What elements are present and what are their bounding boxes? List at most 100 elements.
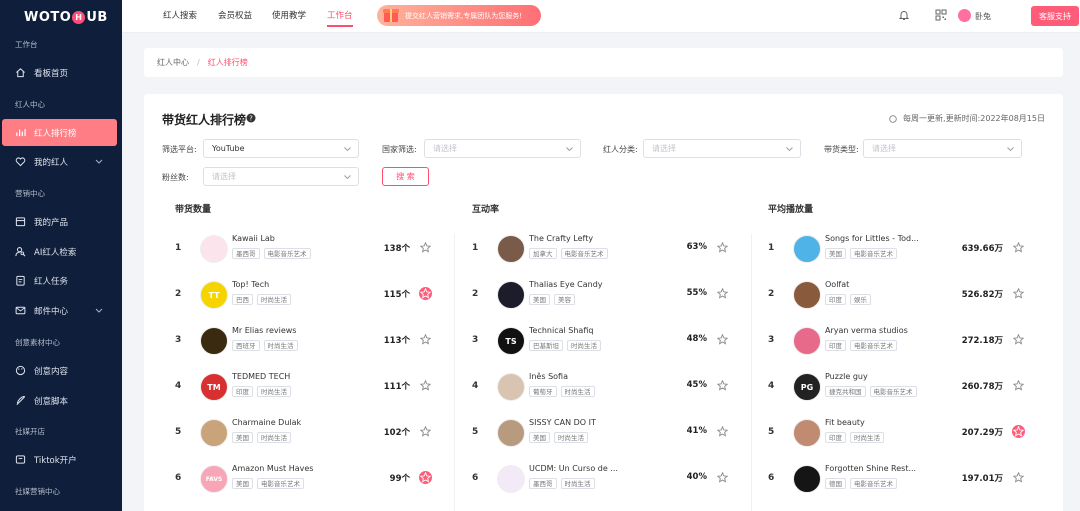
influencer-avatar[interactable] — [200, 235, 228, 263]
ranking-row[interactable]: 3 Mr Elias reviews 西班牙 时尚生活 113个 — [175, 326, 445, 356]
ranking-row[interactable]: 2 Oolfat 印度 娱乐 526.82万 — [768, 280, 1038, 310]
influencer-name[interactable]: Aryan verma studios — [825, 326, 945, 335]
influencer-avatar[interactable]: TM — [200, 373, 228, 401]
fans-select[interactable]: 请选择 — [203, 167, 359, 186]
username[interactable]: 卧兔 — [975, 0, 991, 33]
ranking-row[interactable]: 6 Forgotten Shine Rest... 德国 电影音乐艺术 197.01万 — [768, 464, 1038, 494]
ranking-row[interactable]: 6 FAVS Amazon Must Haves 美国 电影音乐艺术 99个 — [175, 464, 445, 494]
favorite-star-icon[interactable] — [1012, 241, 1025, 254]
favorite-star-icon[interactable] — [1012, 333, 1025, 346]
ranking-row[interactable]: 4 Inês Sofia 葡萄牙 时尚生活 45% — [472, 372, 742, 402]
influencer-avatar[interactable]: FAVS — [200, 465, 228, 493]
sidebar-item-creative-content[interactable]: 创意内容 — [2, 357, 117, 384]
ranking-row[interactable]: 5 SISSY CAN DO IT 美国 时尚生活 41% — [472, 418, 742, 448]
tab-tutorial[interactable]: 使用教学 — [272, 0, 306, 33]
favorite-star-icon[interactable] — [716, 287, 729, 300]
influencer-avatar[interactable]: TT — [200, 281, 228, 309]
influencer-avatar[interactable] — [497, 419, 525, 447]
ranking-row[interactable]: 1 Kawaii Lab 墨西哥 电影音乐艺术 138个 — [175, 234, 445, 264]
influencer-name[interactable]: Songs for Littles - Tod... — [825, 234, 945, 243]
ranking-row[interactable]: 4 TM TEDMED TECH 印度 时尚生活 111个 — [175, 372, 445, 402]
ranking-row[interactable]: 5 Fit beauty 印度 时尚生活 207.29万 — [768, 418, 1038, 448]
breadcrumb-root[interactable]: 红人中心 — [157, 57, 189, 68]
influencer-name[interactable]: Fit beauty — [825, 418, 945, 427]
tab-influencer-search[interactable]: 红人搜索 — [163, 0, 197, 33]
sidebar-item-influencer-tasks[interactable]: 红人任务 — [2, 267, 117, 294]
favorite-star-icon[interactable] — [716, 425, 729, 438]
influencer-name[interactable]: UCDM: Un Curso de ... — [529, 464, 649, 473]
influencer-name[interactable]: Amazon Must Haves — [232, 464, 352, 473]
tab-membership[interactable]: 会员权益 — [218, 0, 252, 33]
influencer-avatar[interactable] — [793, 419, 821, 447]
influencer-avatar[interactable] — [497, 235, 525, 263]
influencer-name[interactable]: Technical Shafiq — [529, 326, 649, 335]
sidebar-item-influencer-ranking[interactable]: 红人排行榜 — [2, 119, 117, 146]
sidebar-item-mail-center[interactable]: 邮件中心 — [2, 297, 117, 324]
sidebar-item-dashboard[interactable]: 看板首页 — [2, 59, 117, 86]
promo-banner[interactable]: 提交红人营销需求,专属团队为您服务! — [377, 5, 541, 26]
favorite-star-icon[interactable] — [1012, 379, 1025, 392]
sidebar-item-ai-search[interactable]: AI红人检索 — [2, 238, 117, 265]
help-icon[interactable]: ? — [246, 113, 256, 123]
influencer-name[interactable]: Mr Elias reviews — [232, 326, 352, 335]
influencer-avatar[interactable]: TS — [497, 327, 525, 355]
influencer-avatar[interactable] — [793, 281, 821, 309]
influencer-name[interactable]: TEDMED TECH — [232, 372, 352, 381]
favorite-star-icon[interactable] — [716, 241, 729, 254]
category-select[interactable]: 请选择 — [643, 139, 801, 158]
influencer-name[interactable]: Forgotten Shine Rest... — [825, 464, 945, 473]
ranking-row[interactable]: 6 UCDM: Un Curso de ... 墨西哥 时尚生活 40% — [472, 464, 742, 494]
influencer-name[interactable]: Puzzle guy — [825, 372, 945, 381]
logo[interactable]: WOTO H UB — [0, 0, 122, 34]
sidebar-item-my-influencers[interactable]: 我的红人 — [2, 148, 117, 175]
goods-type-select[interactable]: 请选择 — [863, 139, 1022, 158]
influencer-name[interactable]: Inês Sofia — [529, 372, 649, 381]
favorite-star-icon[interactable] — [419, 425, 432, 438]
sidebar-item-creative-script[interactable]: 创意脚本 — [2, 387, 117, 414]
ranking-row[interactable]: 1 The Crafty Lefty 加拿大 电影音乐艺术 63% — [472, 234, 742, 264]
favorite-star-icon[interactable] — [419, 241, 432, 254]
influencer-name[interactable]: Thalias Eye Candy — [529, 280, 649, 289]
influencer-avatar[interactable] — [793, 235, 821, 263]
ranking-row[interactable]: 4 PG Puzzle guy 捷克共和国 电影音乐艺术 260.78万 — [768, 372, 1038, 402]
influencer-avatar[interactable] — [793, 465, 821, 493]
favorite-star-icon[interactable] — [419, 471, 432, 484]
influencer-name[interactable]: Charmaine Dulak — [232, 418, 352, 427]
platform-select[interactable]: YouTube — [203, 139, 359, 158]
qrcode-icon[interactable] — [935, 9, 947, 21]
influencer-name[interactable]: Kawaii Lab — [232, 234, 352, 243]
favorite-star-icon[interactable] — [1012, 287, 1025, 300]
ranking-row[interactable]: 3 TS Technical Shafiq 巴基斯坦 时尚生活 48% — [472, 326, 742, 356]
favorite-star-icon[interactable] — [716, 471, 729, 484]
bell-icon[interactable] — [898, 9, 910, 21]
influencer-name[interactable]: The Crafty Lefty — [529, 234, 649, 243]
favorite-star-icon[interactable] — [1012, 471, 1025, 484]
influencer-name[interactable]: Top! Tech — [232, 280, 352, 289]
influencer-avatar[interactable] — [497, 281, 525, 309]
ranking-row[interactable]: 2 Thalias Eye Candy 美国 美容 55% — [472, 280, 742, 310]
favorite-star-icon[interactable] — [1012, 425, 1025, 438]
ranking-row[interactable]: 1 Songs for Littles - Tod... 美国 电影音乐艺术 639.6… — [768, 234, 1038, 264]
ranking-row[interactable]: 2 TT Top! Tech 巴西 时尚生活 115个 — [175, 280, 445, 310]
influencer-avatar[interactable] — [793, 327, 821, 355]
tab-workbench[interactable]: 工作台 — [327, 0, 353, 33]
influencer-avatar[interactable] — [200, 327, 228, 355]
influencer-name[interactable]: SISSY CAN DO IT — [529, 418, 649, 427]
search-button[interactable]: 搜 索 — [382, 167, 429, 186]
ranking-row[interactable]: 3 Aryan verma studios 印度 电影音乐艺术 272.18万 — [768, 326, 1038, 356]
influencer-name[interactable]: Oolfat — [825, 280, 945, 289]
avatar[interactable] — [958, 9, 971, 22]
sidebar-item-my-products[interactable]: 我的产品 — [2, 208, 117, 235]
influencer-avatar[interactable] — [497, 465, 525, 493]
favorite-star-icon[interactable] — [716, 333, 729, 346]
influencer-avatar[interactable] — [497, 373, 525, 401]
country-select[interactable]: 请选择 — [424, 139, 581, 158]
sidebar-item-tiktok-account[interactable]: Tiktok开户 — [2, 446, 117, 473]
favorite-star-icon[interactable] — [419, 379, 432, 392]
support-button[interactable]: 客服支持 — [1031, 6, 1079, 26]
favorite-star-icon[interactable] — [419, 287, 432, 300]
favorite-star-icon[interactable] — [716, 379, 729, 392]
ranking-row[interactable]: 5 Charmaine Dulak 美国 时尚生活 102个 — [175, 418, 445, 448]
favorite-star-icon[interactable] — [419, 333, 432, 346]
influencer-avatar[interactable] — [200, 419, 228, 447]
